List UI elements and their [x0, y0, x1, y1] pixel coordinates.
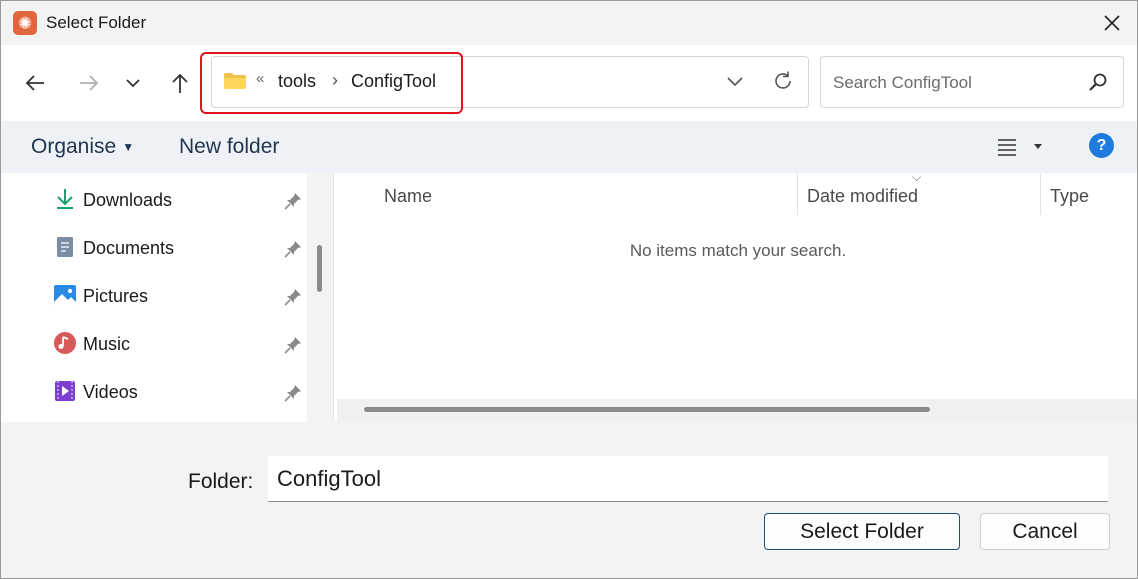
search-box[interactable]	[820, 56, 1124, 108]
pictures-icon	[54, 285, 76, 305]
folder-icon	[224, 73, 246, 89]
address-overflow[interactable]: «	[256, 70, 264, 87]
sort-chevron-icon: ⌵	[912, 170, 922, 184]
help-icon: ?	[1096, 136, 1107, 154]
command-bar: Organise ▼ New folder	[1, 121, 1137, 173]
close-button[interactable]	[1087, 1, 1137, 45]
app-icon: ✺	[13, 11, 37, 35]
sidebar-item-downloads[interactable]: Downloads	[1, 177, 307, 221]
search-icon[interactable]	[1087, 71, 1109, 93]
column-header-type[interactable]: Type	[1050, 186, 1089, 207]
caret-down-icon: ▼	[122, 140, 135, 155]
sidebar-item-label: Music	[83, 334, 131, 354]
pin-icon[interactable]	[284, 384, 302, 402]
new-folder-button[interactable]: New folder	[179, 135, 279, 159]
cancel-button[interactable]: Cancel	[980, 513, 1110, 550]
address-dropdown-button[interactable]	[720, 67, 750, 97]
navigation-scrollbar-thumb[interactable]	[317, 245, 322, 292]
select-folder-dialog: ✺ Select Folder « tools › ConfigTool Sea…	[0, 0, 1138, 579]
folder-name-field[interactable]	[268, 456, 1108, 502]
file-list: Name ⌵ Date modified Type No items match…	[333, 170, 1137, 422]
sidebar-item-label: Pictures	[83, 286, 149, 306]
select-folder-button[interactable]: Select Folder	[764, 513, 960, 550]
column-header-date-modified[interactable]: Date modified	[807, 186, 918, 207]
list-view-icon	[998, 139, 1016, 156]
sidebar-item-label: Documents	[83, 238, 175, 258]
arrow-left-icon	[25, 75, 44, 91]
chevron-down-icon	[126, 79, 140, 88]
column-header-name[interactable]: Name	[384, 186, 432, 207]
refresh-icon	[775, 71, 791, 89]
arrow-up-icon	[172, 73, 188, 93]
pin-icon[interactable]	[284, 192, 302, 210]
sidebar-item-label: Videos	[83, 382, 138, 402]
folder-label: Folder:	[188, 470, 254, 493]
navigation-scrollbar[interactable]	[307, 173, 333, 422]
column-divider[interactable]	[1040, 173, 1041, 215]
pin-icon[interactable]	[284, 240, 302, 258]
window-title: Select Folder	[46, 13, 147, 32]
forward-button[interactable]	[71, 65, 107, 101]
sidebar-item-pictures[interactable]: Pictures	[1, 273, 307, 317]
videos-icon	[55, 381, 75, 401]
view-options-button[interactable]	[997, 133, 1051, 161]
organise-button[interactable]: Organise ▼	[31, 135, 134, 159]
title-bar: ✺ Select Folder	[1, 1, 1137, 45]
caret-down-icon	[1034, 144, 1042, 149]
close-icon	[1104, 15, 1120, 31]
breadcrumb-tools[interactable]: tools	[278, 71, 316, 92]
sidebar-item-label: Downloads	[83, 190, 173, 210]
up-button[interactable]	[162, 65, 198, 101]
music-icon	[54, 332, 76, 354]
pin-icon[interactable]	[284, 288, 302, 306]
search-input[interactable]	[831, 69, 1075, 97]
arrow-right-icon	[80, 75, 99, 91]
sidebar-item-videos[interactable]: Videos	[1, 369, 307, 413]
empty-message: No items match your search.	[629, 241, 847, 260]
recent-locations-button[interactable]	[115, 65, 151, 101]
breadcrumb-configtool[interactable]: ConfigTool	[351, 71, 436, 92]
column-divider[interactable]	[797, 173, 798, 215]
sidebar-item-music[interactable]: Music	[1, 321, 307, 365]
chevron-down-icon	[727, 77, 743, 87]
breadcrumb-chevron-icon: ›	[332, 70, 338, 90]
help-button[interactable]: ?	[1089, 133, 1114, 158]
organise-label: Organise	[31, 135, 117, 158]
navigation-pane: Downloads Documents Pictures Music Video…	[1, 173, 307, 422]
refresh-button[interactable]	[767, 65, 799, 97]
horizontal-scrollbar-thumb[interactable]	[364, 407, 930, 412]
download-icon	[57, 189, 73, 209]
footer: Folder: Select Folder Cancel	[1, 422, 1137, 578]
navigation-row: « tools › ConfigTool	[1, 45, 1137, 121]
sidebar-item-documents[interactable]: Documents	[1, 225, 307, 269]
pin-icon[interactable]	[284, 336, 302, 354]
address-bar[interactable]: « tools › ConfigTool	[211, 56, 809, 108]
document-icon	[57, 237, 73, 257]
back-button[interactable]	[17, 65, 53, 101]
